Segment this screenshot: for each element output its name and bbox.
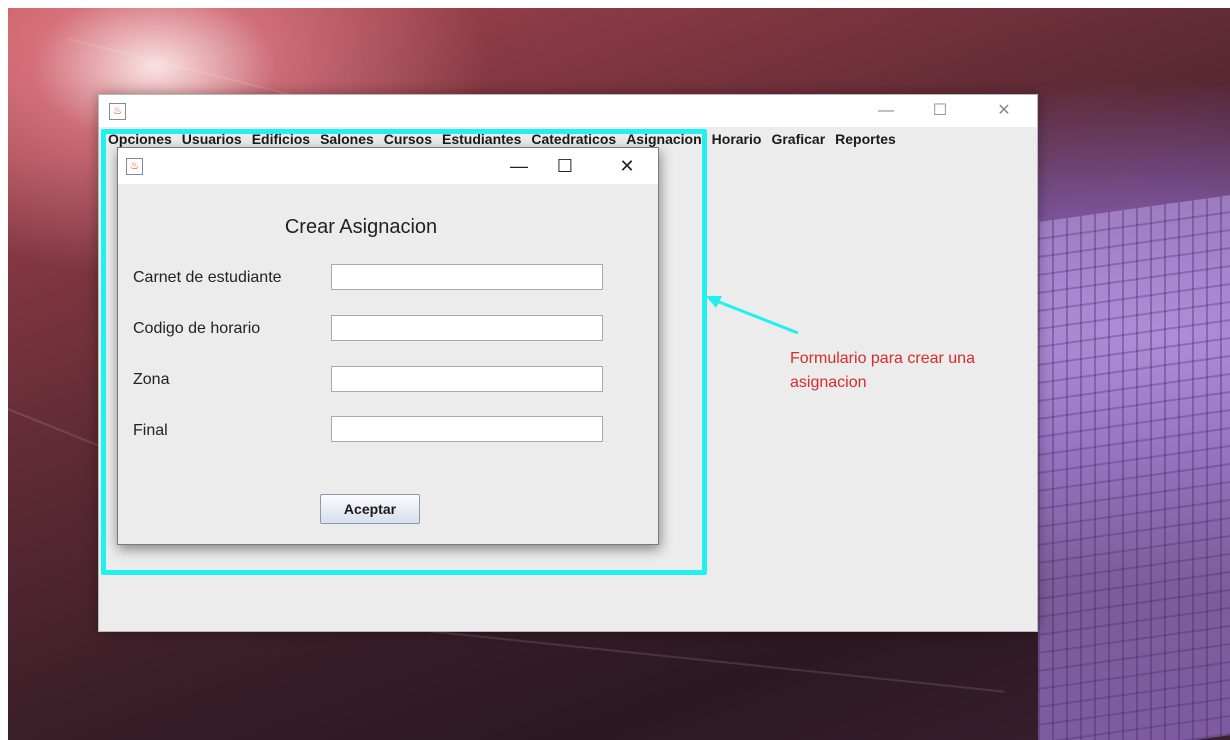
final-input[interactable]	[331, 416, 603, 442]
zona-label: Zona	[133, 371, 170, 388]
menu-usuarios[interactable]: Usuarios	[177, 131, 247, 147]
carnet-input[interactable]	[331, 264, 603, 290]
menu-reportes[interactable]: Reportes	[830, 131, 901, 147]
maximize-button[interactable]: ☐	[917, 95, 963, 127]
menu-catedraticos[interactable]: Catedraticos	[526, 131, 621, 147]
menu-estudiantes[interactable]: Estudiantes	[437, 131, 526, 147]
crear-asignacion-dialog: ♨ — ☐ ✕ Crear Asignacion Carnet de estud…	[117, 147, 659, 545]
menu-horario[interactable]: Horario	[707, 131, 767, 147]
wallpaper-circuit	[1038, 193, 1230, 740]
aceptar-button[interactable]: Aceptar	[320, 494, 420, 524]
menu-cursos[interactable]: Cursos	[379, 131, 437, 147]
menu-salones[interactable]: Salones	[315, 131, 379, 147]
carnet-label: Carnet de estudiante	[133, 269, 282, 286]
close-button[interactable]: ✕	[981, 95, 1027, 127]
annotation-text: Formulario para crear una asignacion	[790, 350, 975, 391]
menu-edificios[interactable]: Edificios	[247, 131, 315, 147]
dialog-close-button[interactable]: ✕	[604, 148, 650, 184]
codigo-horario-input[interactable]	[331, 315, 603, 341]
menu-graficar[interactable]: Graficar	[766, 131, 830, 147]
java-app-icon: ♨	[126, 158, 143, 175]
java-app-icon: ♨	[109, 103, 126, 120]
dialog-minimize-button[interactable]: —	[496, 148, 542, 184]
arrow-icon	[706, 296, 799, 335]
dialog-title-bar: ♨ — ☐ ✕	[118, 148, 658, 184]
menu-asignacion[interactable]: Asignacion	[621, 131, 706, 147]
main-title-bar: ♨ — ☐ ✕	[99, 95, 1037, 127]
zona-input[interactable]	[331, 366, 603, 392]
menu-opciones[interactable]: Opciones	[103, 131, 177, 147]
minimize-button[interactable]: —	[863, 95, 909, 127]
dialog-maximize-button[interactable]: ☐	[542, 148, 588, 184]
dialog-heading: Crear Asignacion	[284, 216, 438, 238]
wallpaper-streak	[407, 628, 1005, 693]
codigo-horario-label: Codigo de horario	[133, 320, 261, 337]
final-label: Final	[133, 422, 168, 439]
